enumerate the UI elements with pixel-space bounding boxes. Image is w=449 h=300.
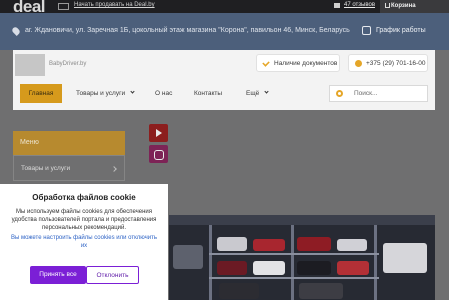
chevron-right-icon (111, 166, 117, 172)
search-input[interactable]: Поиск... (329, 85, 428, 102)
reject-button[interactable]: Отклонить (86, 266, 139, 284)
store-address[interactable]: аг. Ждановичи, ул. Заречная 1Б, цокольны… (25, 27, 350, 34)
cart-label: Корзина (391, 3, 416, 9)
toy-car (219, 283, 259, 299)
nav-more-label: Ещё (246, 90, 260, 97)
search-icon (336, 90, 343, 97)
shelf-post (374, 225, 377, 300)
chevron-down-icon (264, 89, 269, 94)
schedule-link[interactable]: График работы (376, 27, 426, 34)
menu-item-label: Товары и услуги (21, 165, 71, 172)
main-nav: Главная Товары и услуги О нас Контакты Е… (13, 80, 435, 108)
toy-car (297, 237, 331, 251)
photo-ceiling (169, 215, 435, 225)
chat-icon (334, 3, 340, 8)
accept-all-button[interactable]: Принять все (30, 266, 86, 284)
shelf (209, 277, 379, 279)
toy-car (253, 239, 285, 251)
store-photo[interactable] (169, 215, 435, 300)
nav-home[interactable]: Главная (20, 84, 62, 103)
cart-button[interactable]: Корзина (380, 0, 449, 13)
store-logo[interactable] (15, 54, 45, 76)
location-pin-icon (11, 26, 21, 36)
store-icon (58, 3, 69, 10)
toy-car (299, 283, 343, 299)
toy-car (337, 261, 369, 275)
shelf-post (209, 225, 212, 300)
youtube-icon[interactable] (149, 124, 168, 142)
nav-about[interactable]: О нас (155, 90, 172, 97)
toy-car (297, 261, 331, 275)
toy-car (253, 261, 285, 275)
nav-products[interactable]: Товары и услуги (76, 89, 135, 97)
start-selling-link[interactable]: Начать продавать на Deal.by (74, 2, 155, 8)
reviews-link[interactable]: 47 отзывов (344, 2, 375, 8)
calendar-icon (362, 26, 371, 35)
phone-button[interactable]: +375 (29) 701-16-00 (348, 54, 428, 72)
chevron-down-icon (130, 89, 135, 94)
toy-car (173, 245, 203, 269)
phone-icon (355, 60, 362, 67)
toy-car (337, 239, 367, 251)
checkmark-icon (262, 59, 270, 67)
documents-label: Наличие документов (274, 60, 338, 67)
menu-item-products[interactable]: Товары и услуги (13, 155, 125, 181)
address-bar: аг. Ждановичи, ул. Заречная 1Б, цокольны… (0, 13, 449, 50)
cart-icon (385, 3, 390, 8)
documents-button[interactable]: Наличие документов (256, 54, 340, 72)
top-bar: deal Начать продавать на Deal.by 47 отзы… (0, 0, 449, 16)
toy-car (217, 237, 247, 251)
phone-number: +375 (29) 701-16-00 (366, 60, 426, 67)
toy-car (217, 261, 247, 275)
nav-contacts[interactable]: Контакты (194, 90, 222, 97)
shelf-post (291, 225, 294, 300)
menu-title: Меню (13, 131, 125, 155)
search-placeholder: Поиск... (354, 90, 378, 97)
instagram-icon[interactable] (149, 145, 168, 163)
cookie-settings-link[interactable]: Вы можете настроить файлы cookies или от… (8, 234, 160, 250)
nav-more[interactable]: Ещё (246, 89, 269, 97)
cookie-dialog: Обработка файлов cookie Мы используем фа… (0, 184, 168, 300)
shelf (209, 253, 379, 255)
store-name: BabyDriver.by (49, 61, 87, 67)
cookie-text: Мы используем файлы cookies для обеспече… (11, 209, 157, 231)
nav-products-label: Товары и услуги (76, 90, 126, 97)
cookie-title: Обработка файлов cookie (32, 193, 136, 202)
toy-car (383, 243, 427, 273)
